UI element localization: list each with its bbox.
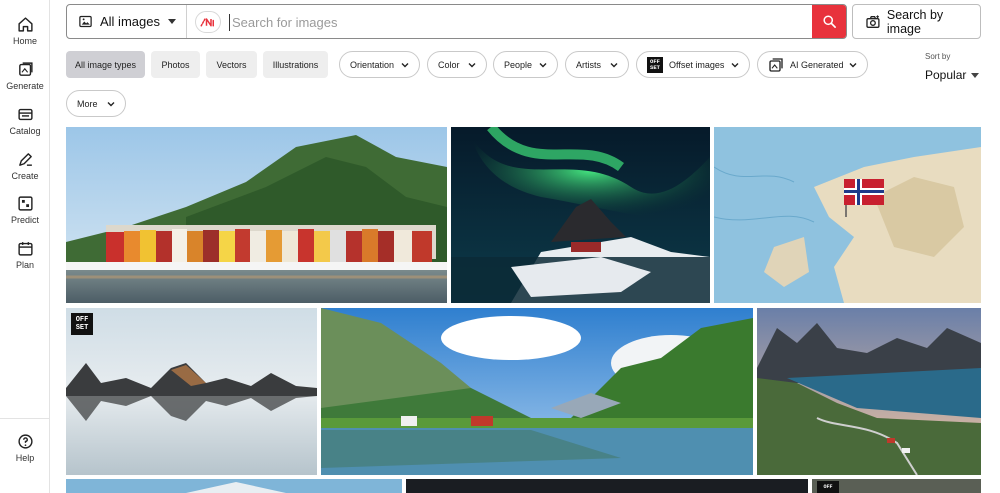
dropdown-label: Offset images [669, 59, 725, 70]
sidebar-item-plan[interactable]: Plan [0, 240, 50, 280]
sidebar-item-generate[interactable]: Generate [0, 61, 50, 101]
chip-label: Photos [161, 59, 190, 70]
chip-photos[interactable]: Photos [151, 51, 200, 78]
sidebar-item-home[interactable]: Home [0, 16, 50, 56]
image-tile[interactable] [66, 127, 447, 303]
dropdown-label: Artists [576, 59, 602, 70]
offset-badge: OFF [817, 481, 839, 493]
sidebar-item-label: Catalog [9, 126, 41, 136]
sidebar-item-predict[interactable]: Predict [0, 195, 50, 235]
sidebar-divider [0, 418, 50, 419]
ai-generated-icon [769, 57, 783, 72]
search-by-image-button[interactable]: Search by image [852, 4, 981, 39]
image-type-select[interactable]: All images [67, 5, 187, 38]
image-tile[interactable] [714, 127, 981, 303]
filter-offset-images-dropdown[interactable]: OFF SET Offset images [636, 51, 750, 78]
filter-people-dropdown[interactable]: People [493, 51, 558, 78]
dropdown-label: Orientation [350, 59, 395, 70]
chevron-down-icon [401, 62, 409, 67]
filter-color-dropdown[interactable]: Color [427, 51, 487, 78]
filter-more-dropdown[interactable]: More [66, 90, 126, 117]
ai-search-toggle[interactable] [195, 11, 221, 33]
home-icon [17, 17, 33, 32]
dropdown-label: Color [438, 59, 460, 70]
sidebar-item-label: Create [11, 171, 39, 181]
sidebar-item-create[interactable]: Create [0, 151, 50, 191]
sidebar: Home Generate Catalog Create Predict Pla… [0, 0, 50, 493]
image-tile[interactable] [66, 479, 402, 493]
image-icon [79, 15, 92, 28]
chip-label: All image types [74, 59, 137, 70]
filter-artists-dropdown[interactable]: Artists [565, 51, 629, 78]
dropdown-label: More [77, 98, 98, 109]
image-tile[interactable] [757, 308, 981, 475]
search-input[interactable] [229, 14, 812, 31]
chip-all-image-types[interactable]: All image types [66, 51, 145, 78]
filter-orientation-dropdown[interactable]: Orientation [339, 51, 420, 78]
ai-search-icon [200, 18, 214, 27]
partial-photo [406, 479, 808, 493]
dropdown-label: People [504, 59, 533, 70]
chevron-down-icon [849, 62, 857, 67]
image-tile[interactable]: OFF [812, 479, 981, 493]
caret-down-icon [168, 19, 176, 24]
search-bar: All images [66, 4, 847, 39]
chip-vectors[interactable]: Vectors [206, 51, 257, 78]
sort-value: Popular [925, 68, 967, 82]
plan-icon [17, 242, 33, 256]
sidebar-item-label: Plan [15, 260, 34, 270]
dropdown-label: AI Generated [790, 59, 844, 70]
sort-dropdown[interactable]: Popular [925, 68, 980, 82]
create-icon [18, 153, 32, 166]
sort-by-label: Sort by [925, 52, 951, 61]
offset-logo: OFF SET [647, 56, 663, 73]
chip-illustrations[interactable]: Illustrations [263, 51, 328, 78]
image-tile[interactable]: OFF SET [66, 308, 317, 475]
chevron-down-icon [468, 62, 476, 67]
offset-badge: OFF SET [71, 313, 93, 335]
chip-label: Illustrations [272, 59, 319, 70]
chevron-down-icon [610, 62, 618, 67]
image-tile[interactable] [321, 308, 753, 475]
chevron-down-icon [539, 62, 547, 67]
lofoten-reflection-photo [66, 308, 317, 475]
filter-ai-generated-dropdown[interactable]: AI Generated [757, 51, 868, 78]
fjord-valley-photo [321, 308, 753, 475]
catalog-icon [17, 108, 33, 121]
image-tile[interactable] [451, 127, 710, 303]
caret-down-icon [971, 72, 980, 78]
help-label: Help [15, 453, 35, 463]
search-icon [822, 15, 836, 28]
predict-icon [17, 196, 33, 211]
bergen-harbor-photo [66, 127, 447, 303]
help-icon [17, 434, 33, 449]
aurora-lofoten-photo [451, 127, 710, 303]
chip-label: Vectors [216, 59, 247, 70]
sidebar-item-help[interactable]: Help [0, 433, 50, 473]
search-by-image-label: Search by image [886, 7, 944, 36]
image-tile[interactable] [406, 479, 808, 493]
image-type-label: All images [100, 14, 160, 29]
sidebar-item-label: Generate [6, 81, 44, 91]
camera-icon [866, 14, 880, 28]
norway-map-flag-photo [714, 127, 981, 303]
generate-icon [18, 62, 33, 76]
lofoten-aerial-photo [757, 308, 981, 475]
search-button[interactable] [812, 5, 846, 38]
partial-photo [66, 479, 402, 493]
sidebar-item-label: Home [12, 36, 37, 46]
sidebar-item-catalog[interactable]: Catalog [0, 106, 50, 146]
chevron-down-icon [731, 62, 739, 67]
chevron-down-icon [107, 101, 115, 106]
sidebar-item-label: Predict [10, 215, 39, 225]
